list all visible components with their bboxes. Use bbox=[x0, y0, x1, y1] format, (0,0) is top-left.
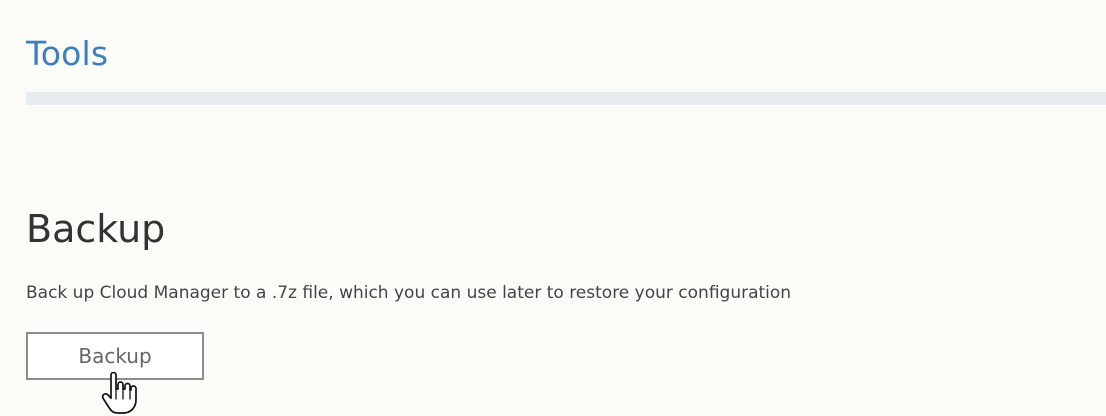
tools-page: Tools Backup Back up Cloud Manager to a … bbox=[0, 0, 1106, 416]
backup-section-description: Back up Cloud Manager to a .7z file, whi… bbox=[26, 283, 792, 303]
page-title: Tools bbox=[26, 34, 109, 73]
backup-button[interactable]: Backup bbox=[26, 332, 204, 380]
header-divider bbox=[26, 92, 1106, 105]
backup-section-title: Backup bbox=[26, 207, 166, 251]
